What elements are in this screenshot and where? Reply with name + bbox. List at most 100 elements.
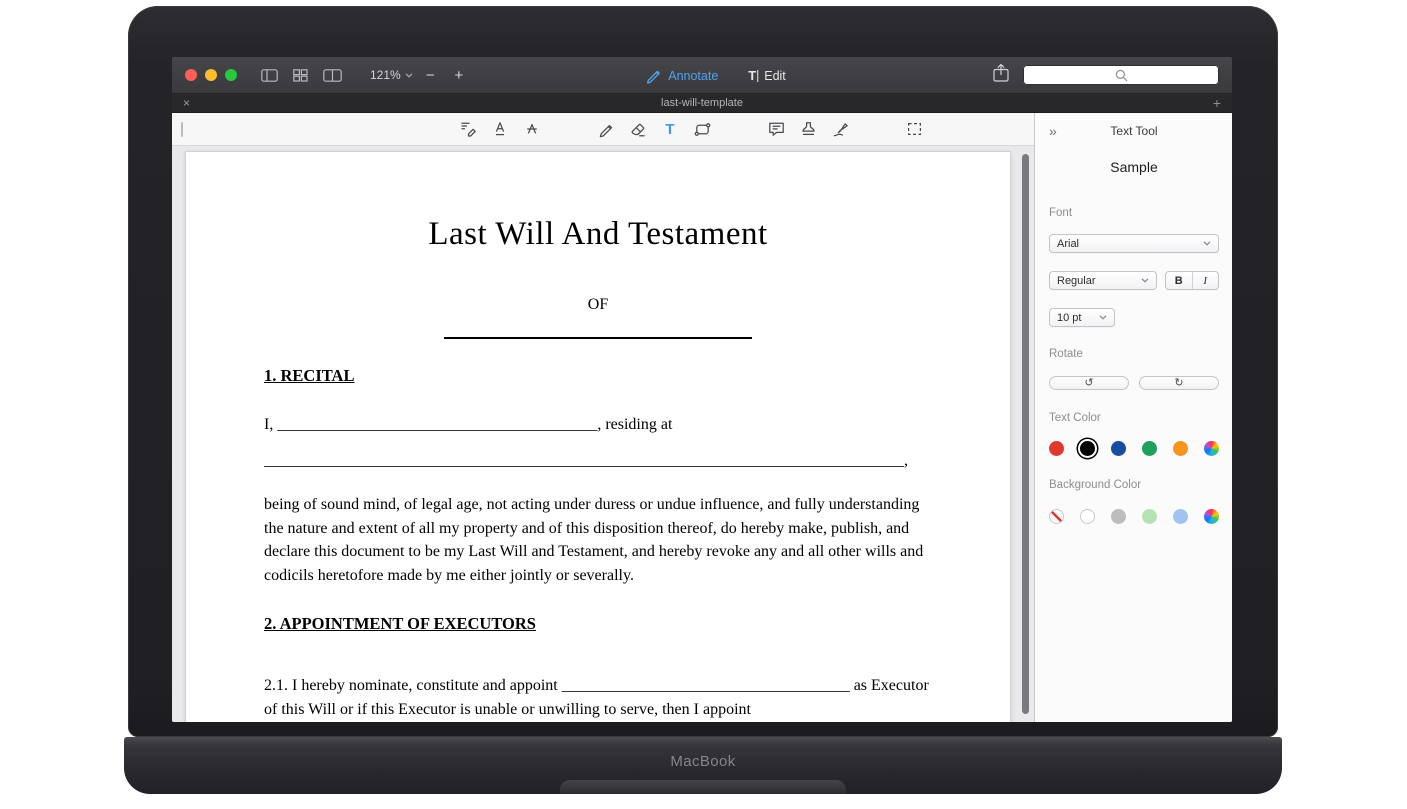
annotate-label: Annotate — [668, 69, 718, 83]
bold-button[interactable]: B — [1166, 272, 1192, 289]
font-style-select[interactable]: Regular — [1049, 271, 1157, 290]
bold-italic-group: B I — [1165, 271, 1219, 290]
eraser-tool-icon[interactable] — [628, 119, 648, 139]
background-color-swatches — [1049, 509, 1219, 524]
text-color-swatches — [1049, 441, 1219, 456]
sidebar-drag-handle[interactable] — [181, 122, 183, 137]
collapse-panel-button[interactable]: » — [1049, 124, 1057, 138]
pen-tool-icon[interactable] — [596, 119, 616, 139]
bg-color-gray-swatch[interactable] — [1111, 509, 1126, 524]
font-size-value: 10 pt — [1057, 312, 1081, 324]
executors-paragraph: 2.1. I hereby nominate, constitute and a… — [264, 674, 932, 722]
bg-color-white-swatch[interactable] — [1080, 509, 1095, 524]
macbook-wordmark: MacBook — [124, 753, 1282, 770]
document-column: T — [172, 113, 1034, 722]
view-controls — [261, 69, 342, 82]
zoom-controls: 121% − + — [370, 68, 470, 83]
chevron-down-icon — [1203, 241, 1211, 246]
split-view-icon[interactable] — [323, 69, 342, 82]
titlebar: 121% − + Annotate — [172, 57, 1232, 94]
mode-switcher: Annotate T Edit — [646, 57, 786, 94]
underline-text-icon[interactable] — [490, 119, 510, 139]
minimize-window-button[interactable] — [205, 69, 217, 81]
macbook-lid-notch — [560, 780, 846, 794]
font-style-row: Regular B I — [1049, 271, 1219, 290]
text-color-label: Text Color — [1049, 412, 1219, 424]
sidebar-toggle-icon[interactable] — [261, 69, 278, 82]
edit-label: Edit — [764, 69, 786, 83]
titlebar-right — [993, 63, 1219, 87]
edit-text-icon: T — [748, 68, 758, 83]
note-tool-icon[interactable] — [766, 119, 786, 139]
background-color-label: Background Color — [1049, 479, 1219, 491]
executors-heading: 2. APPOINTMENT OF EXECUTORS — [264, 615, 932, 633]
thumbnails-view-icon[interactable] — [293, 69, 308, 82]
document-area: Last Will And Testament OF 1. RECITAL I,… — [172, 146, 1034, 722]
italic-button[interactable]: I — [1192, 272, 1219, 289]
search-input[interactable] — [1023, 65, 1219, 85]
annotate-pen-icon — [646, 68, 662, 84]
recital-paragraph: being of sound mind, of legal age, not a… — [264, 493, 932, 587]
text-color-green-swatch[interactable] — [1142, 441, 1157, 456]
fullscreen-window-button[interactable] — [225, 69, 237, 81]
bg-color-custom-swatch[interactable] — [1204, 509, 1219, 524]
shape-tool-icon[interactable] — [692, 119, 712, 139]
macbook-bezel: 121% − + Annotate — [128, 6, 1278, 737]
font-style-value: Regular — [1057, 275, 1096, 287]
chevron-down-icon — [1099, 315, 1107, 320]
chevron-down-icon — [405, 73, 413, 78]
panel-header: Text Tool » — [1049, 121, 1219, 141]
font-family-select[interactable]: Arial — [1049, 234, 1219, 253]
rotate-label: Rotate — [1049, 348, 1219, 360]
document-title: Last Will And Testament — [264, 214, 932, 254]
font-size-select[interactable]: 10 pt — [1049, 308, 1115, 327]
zoom-level-dropdown[interactable]: 121% — [370, 68, 413, 82]
stamp-tool-icon[interactable] — [798, 119, 818, 139]
new-tab-button[interactable]: + — [1213, 96, 1221, 110]
document-page[interactable]: Last Will And Testament OF 1. RECITAL I,… — [186, 152, 1010, 722]
font-family-value: Arial — [1057, 238, 1079, 250]
annotation-toolbar: T — [172, 113, 1034, 146]
strikethrough-text-icon[interactable] — [522, 119, 542, 139]
recital-line-2: ________________________________________… — [264, 452, 932, 469]
zoom-level-value: 121% — [370, 68, 401, 82]
blank-name-line — [444, 337, 752, 339]
tab-annotate[interactable]: Annotate — [646, 68, 718, 84]
traffic-lights — [185, 69, 237, 81]
document-tab-title: last-will-template — [172, 97, 1232, 109]
signature-tool-icon[interactable] — [830, 119, 850, 139]
share-icon[interactable] — [993, 63, 1009, 87]
font-sample-preview: Sample — [1049, 159, 1219, 175]
chevron-down-icon — [1141, 278, 1149, 283]
bg-color-none-swatch[interactable] — [1049, 509, 1064, 524]
bg-color-green-swatch[interactable] — [1142, 509, 1157, 524]
rotate-ccw-button[interactable]: ↺ — [1049, 376, 1129, 390]
text-tool-icon[interactable]: T — [660, 119, 680, 139]
highlight-text-icon[interactable] — [458, 119, 478, 139]
text-color-black-swatch[interactable] — [1080, 441, 1095, 456]
panel-title: Text Tool — [1049, 124, 1219, 138]
text-color-custom-swatch[interactable] — [1204, 441, 1219, 456]
close-tab-button[interactable]: × — [183, 97, 190, 109]
text-color-blue-swatch[interactable] — [1111, 441, 1126, 456]
bg-color-blue-swatch[interactable] — [1173, 509, 1188, 524]
selection-marquee-icon[interactable] — [904, 119, 924, 139]
document-tabbar: last-will-template × + — [172, 94, 1232, 113]
zoom-out-button[interactable]: − — [419, 68, 442, 83]
zoom-in-button[interactable]: + — [447, 68, 470, 83]
close-window-button[interactable] — [185, 69, 197, 81]
text-color-red-swatch[interactable] — [1049, 441, 1064, 456]
document-of-label: OF — [264, 296, 932, 313]
macbook-mockup: 121% − + Annotate — [0, 0, 1407, 809]
toolbar-icons: T — [458, 113, 936, 145]
rotate-cw-button[interactable]: ↻ — [1139, 376, 1219, 390]
macbook-base: MacBook — [124, 737, 1282, 794]
recital-line-1: I, _____________________________________… — [264, 416, 932, 433]
text-tool-panel: Text Tool » Sample Font Arial Regular — [1034, 113, 1232, 722]
recital-heading: 1. RECITAL — [264, 367, 932, 385]
tab-edit[interactable]: T Edit — [748, 68, 786, 83]
text-color-orange-swatch[interactable] — [1173, 441, 1188, 456]
font-label: Font — [1049, 207, 1219, 219]
main-area: T — [172, 113, 1232, 722]
vertical-scrollbar[interactable] — [1022, 154, 1029, 714]
